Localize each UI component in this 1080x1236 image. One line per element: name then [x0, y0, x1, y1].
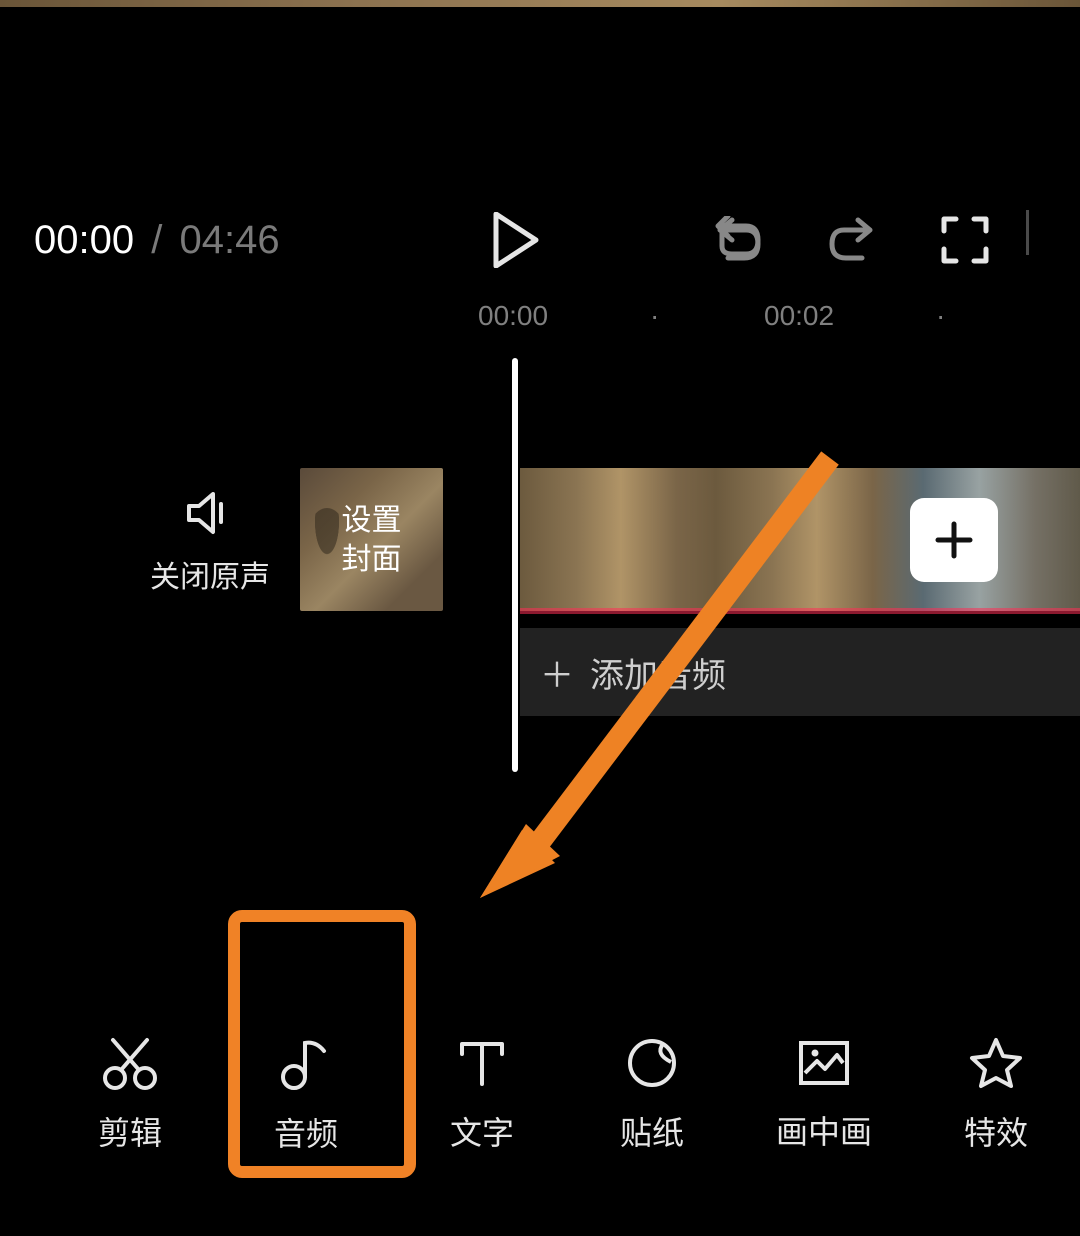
tool-fx[interactable]: 特效 [964, 1036, 1028, 1154]
mute-original-label: 关闭原声 [150, 552, 270, 596]
bottom-toolbar: 剪辑 音频 文字 贴纸 画中画 特效 [0, 1020, 1080, 1170]
tool-audio-label: 音频 [274, 1109, 338, 1155]
current-time: 00:00 [34, 218, 134, 262]
plus-icon: ＋ [540, 648, 574, 697]
time-display: 00:00 / 04:46 [34, 218, 280, 263]
tool-edit-label: 剪辑 [98, 1108, 162, 1154]
clip-track-divider [520, 608, 1080, 614]
text-icon [456, 1036, 508, 1090]
redo-icon [826, 216, 878, 264]
music-note-icon [278, 1035, 334, 1091]
add-clip-button[interactable] [910, 498, 998, 582]
playback-controls: 00:00 / 04:46 [0, 200, 1080, 280]
tool-edit[interactable]: 剪辑 [98, 1036, 162, 1154]
ruler-tick: 00:00 [478, 300, 548, 332]
tool-pip[interactable]: 画中画 [776, 1037, 872, 1153]
tool-pip-label: 画中画 [776, 1107, 872, 1153]
sticker-icon [625, 1036, 679, 1090]
speaker-icon [185, 490, 235, 536]
tool-text-label: 文字 [450, 1108, 514, 1154]
set-cover-label: 设置 封面 [342, 501, 402, 579]
ruler-dot: · [650, 300, 659, 332]
picture-in-picture-icon [795, 1037, 853, 1089]
mute-original-button[interactable]: 关闭原声 [150, 490, 270, 596]
play-button[interactable] [490, 212, 540, 268]
tool-text[interactable]: 文字 [450, 1036, 514, 1154]
scissors-icon [101, 1036, 159, 1090]
undo-icon [712, 216, 764, 264]
screen-edge-indicator [1026, 210, 1029, 255]
tool-fx-label: 特效 [964, 1108, 1028, 1154]
play-icon [490, 212, 540, 268]
ruler-tick: 00:02 [764, 300, 834, 332]
add-audio-label: 添加音频 [590, 648, 726, 697]
tool-sticker-label: 贴纸 [620, 1108, 684, 1154]
playhead[interactable] [512, 358, 518, 772]
fullscreen-icon [940, 215, 990, 265]
undo-button[interactable] [712, 216, 764, 264]
star-icon [968, 1036, 1024, 1090]
ruler-dot: · [936, 300, 945, 332]
plus-icon [932, 518, 976, 562]
tool-audio[interactable]: 音频 [274, 1035, 338, 1155]
time-separator: / [151, 218, 162, 262]
tool-sticker[interactable]: 贴纸 [620, 1036, 684, 1154]
add-audio-button[interactable]: ＋ 添加音频 [520, 628, 1080, 716]
fullscreen-button[interactable] [940, 215, 990, 265]
set-cover-button[interactable]: 设置 封面 [300, 468, 443, 611]
total-time: 04:46 [179, 218, 279, 262]
video-preview-strip [0, 0, 1080, 7]
timeline-ruler[interactable]: 00:00 · 00:02 · [0, 300, 1080, 340]
redo-button[interactable] [826, 216, 878, 264]
